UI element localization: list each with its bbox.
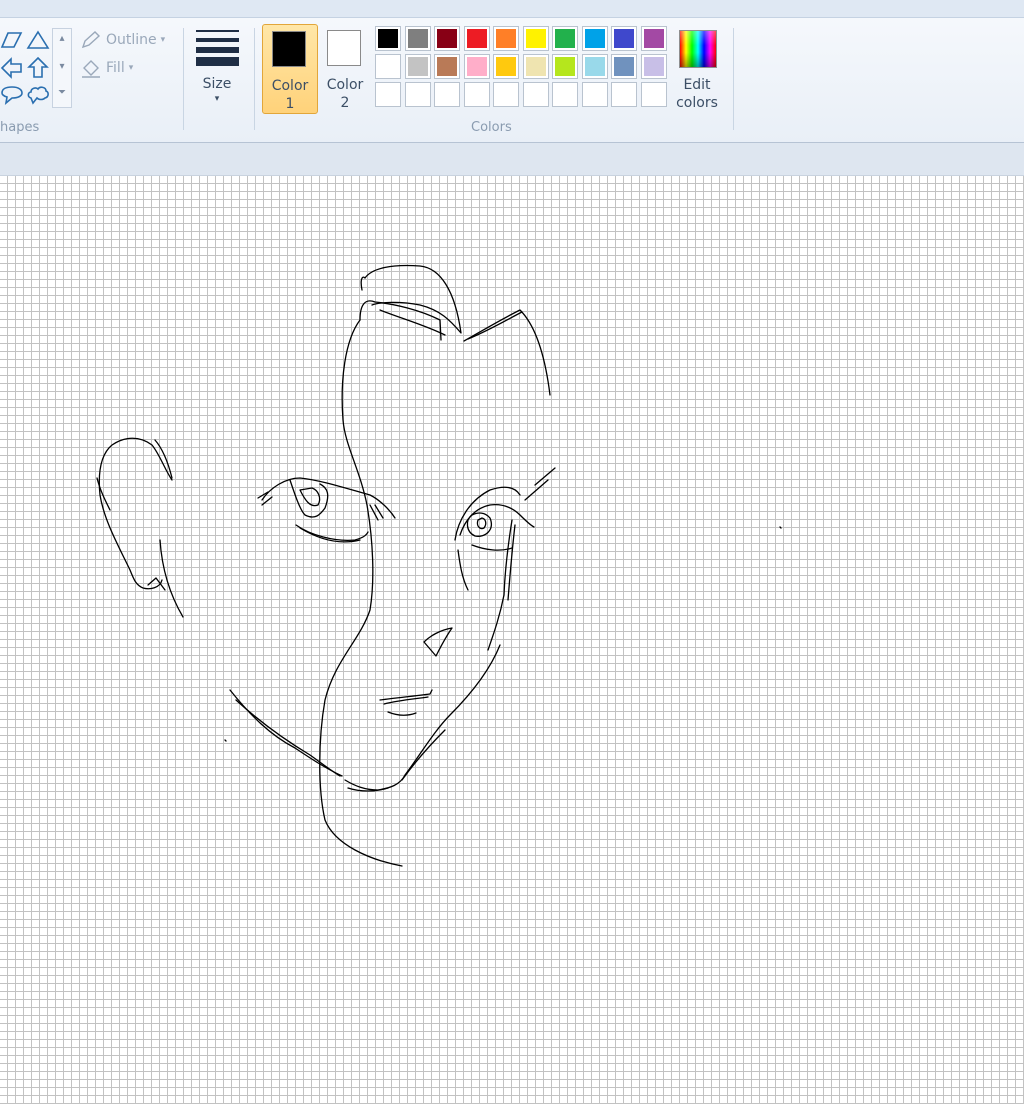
edit-colors-rainbow-icon (679, 30, 717, 68)
palette-swatch[interactable] (463, 26, 490, 51)
color2-button[interactable]: Color 2 (318, 24, 372, 112)
palette-empty-slot[interactable] (463, 82, 490, 107)
fill-label: Fill (106, 60, 125, 76)
palette-swatch-fill (466, 57, 487, 76)
outline-label: Outline (106, 32, 157, 48)
shapes-gallery-scroll[interactable]: ▴ ▾ ⏷ (52, 28, 72, 108)
palette-swatch-fill (437, 29, 457, 48)
workspace-top-margin (0, 143, 1024, 176)
speech-bubble-cloud-icon[interactable] (26, 84, 50, 106)
palette-swatch-fill (407, 57, 428, 76)
edit-colors-button[interactable]: Edit colors (672, 26, 722, 116)
palette-swatch-fill (643, 29, 664, 48)
size-button[interactable]: Size ▾ (192, 26, 242, 114)
separator (183, 28, 184, 130)
color1-swatch (272, 31, 306, 67)
palette-swatch-fill (437, 57, 457, 76)
gallery-expand-icon[interactable]: ⏷ (53, 87, 71, 98)
palette-swatch-fill (584, 57, 605, 76)
palette-swatch[interactable] (552, 26, 578, 51)
face-sketch (96, 264, 782, 867)
palette-empty-slot[interactable] (552, 82, 578, 107)
palette-swatch[interactable] (375, 26, 401, 51)
palette-swatch-fill (496, 29, 516, 48)
palette-swatch-fill (614, 57, 634, 76)
color1-label: Color 1 (271, 78, 309, 112)
palette-swatch-fill (466, 29, 487, 48)
palette-swatch[interactable] (493, 54, 519, 79)
color1-button[interactable]: Color 1 (262, 24, 318, 114)
palette-empty-slot[interactable] (640, 82, 667, 107)
palette-swatch[interactable] (375, 54, 401, 79)
size-lines-icon (196, 30, 239, 66)
palette-swatch[interactable] (404, 54, 431, 79)
colors-group-label: Colors (471, 120, 512, 135)
palette-swatch[interactable] (581, 54, 608, 79)
palette-empty-slot[interactable] (375, 82, 401, 107)
palette-empty-slot[interactable] (434, 82, 460, 107)
palette-swatch-fill (407, 29, 428, 48)
palette-swatch[interactable] (493, 26, 519, 51)
palette-swatch-fill (555, 57, 575, 76)
drawing-canvas[interactable] (0, 176, 1024, 1104)
triangle-shape-icon[interactable] (26, 29, 50, 51)
palette-swatch[interactable] (404, 26, 431, 51)
palette-swatch-fill (614, 29, 634, 48)
palette-swatch[interactable] (611, 54, 637, 79)
palette-swatch[interactable] (552, 54, 578, 79)
left-arrow-shape-icon[interactable] (0, 56, 24, 80)
separator (733, 28, 734, 130)
parallelogram-shape-icon[interactable] (0, 30, 24, 50)
palette-swatch[interactable] (640, 54, 667, 79)
palette-swatch[interactable] (463, 54, 490, 79)
outline-dropdown-icon: ▾ (160, 35, 166, 45)
palette-swatch-fill (378, 29, 398, 48)
palette-swatch-fill (525, 29, 546, 48)
palette-swatch[interactable] (434, 54, 460, 79)
palette-swatch[interactable] (640, 26, 667, 51)
speech-bubble-oval-icon[interactable] (0, 84, 24, 106)
palette-swatch[interactable] (434, 26, 460, 51)
outline-button[interactable]: Outline ▾ (80, 30, 165, 50)
palette-empty-slot[interactable] (493, 82, 519, 107)
edit-colors-label: Edit colors (676, 77, 718, 111)
fill-button[interactable]: Fill ▾ (80, 58, 133, 78)
palette-empty-slot[interactable] (522, 82, 549, 107)
size-dropdown-icon: ▾ (214, 94, 220, 104)
gallery-scroll-down-icon[interactable]: ▾ (53, 61, 71, 72)
palette-empty-slot[interactable] (404, 82, 431, 107)
fill-bucket-icon (82, 60, 100, 78)
size-label: Size (202, 76, 232, 92)
palette-swatch[interactable] (581, 26, 608, 51)
gallery-scroll-up-icon[interactable]: ▴ (53, 33, 71, 44)
palette-swatch-fill (555, 29, 575, 48)
palette-swatch[interactable] (522, 26, 549, 51)
palette-swatch[interactable] (611, 26, 637, 51)
palette-empty-slot[interactable] (581, 82, 608, 107)
outline-pencil-icon (81, 31, 101, 49)
ribbon-tab-strip (0, 0, 1024, 18)
palette-swatch-fill (584, 29, 605, 48)
palette-swatch[interactable] (522, 54, 549, 79)
ribbon: ▴ ▾ ⏷ Outline ▾ Fill ▾ hapes Size ▾ Colo… (0, 0, 1024, 143)
color2-label: Color 2 (326, 77, 364, 111)
fill-dropdown-icon: ▾ (128, 63, 134, 73)
shapes-group-label: hapes (0, 120, 40, 135)
up-arrow-shape-icon[interactable] (26, 56, 50, 80)
palette-swatch-fill (643, 57, 664, 76)
palette-swatch-fill (378, 57, 398, 76)
separator (254, 28, 255, 130)
palette-swatch-fill (496, 57, 516, 76)
color2-swatch (327, 30, 361, 66)
palette-empty-slot[interactable] (611, 82, 637, 107)
palette-swatch-fill (525, 57, 546, 76)
